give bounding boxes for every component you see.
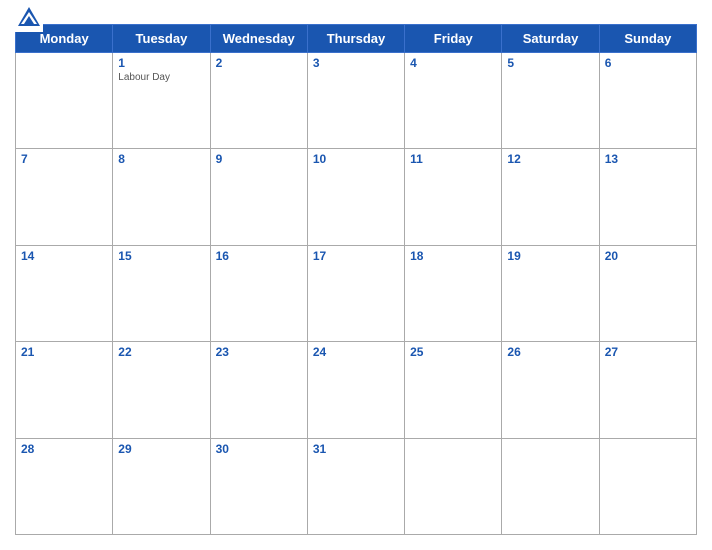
calendar-cell: 14 <box>16 245 113 341</box>
day-number: 21 <box>21 345 107 359</box>
calendar-cell: 2 <box>210 53 307 149</box>
calendar-cell <box>599 438 696 534</box>
logo-icon <box>15 4 43 32</box>
calendar-cell: 23 <box>210 342 307 438</box>
day-number: 9 <box>216 152 302 166</box>
day-number: 28 <box>21 442 107 456</box>
day-number: 5 <box>507 56 593 70</box>
day-number: 25 <box>410 345 496 359</box>
calendar-cell: 6 <box>599 53 696 149</box>
calendar-cell: 13 <box>599 149 696 245</box>
day-number: 14 <box>21 249 107 263</box>
calendar-week-row: 789 10 11 12 13 <box>16 149 697 245</box>
calendar-header <box>15 10 697 24</box>
day-number: 30 <box>216 442 302 456</box>
calendar-cell <box>502 438 599 534</box>
calendar-cell: 12 <box>502 149 599 245</box>
calendar-cell: 26 <box>502 342 599 438</box>
day-number: 18 <box>410 249 496 263</box>
holiday-label: Labour Day <box>118 72 204 83</box>
calendar-cell: 5 <box>502 53 599 149</box>
day-number: 13 <box>605 152 691 166</box>
day-number: 6 <box>605 56 691 70</box>
calendar-cell: 10 <box>307 149 404 245</box>
logo <box>15 4 46 32</box>
calendar-header-row: MondayTuesdayWednesdayThursdayFridaySatu… <box>16 25 697 53</box>
day-number: 22 <box>118 345 204 359</box>
day-number: 10 <box>313 152 399 166</box>
calendar-cell: 11 <box>405 149 502 245</box>
calendar-week-row: 1 Labour Day 23456 <box>16 53 697 149</box>
calendar-cell: 7 <box>16 149 113 245</box>
day-number: 26 <box>507 345 593 359</box>
day-number: 29 <box>118 442 204 456</box>
calendar-cell: 19 <box>502 245 599 341</box>
weekday-header: Wednesday <box>210 25 307 53</box>
day-number: 4 <box>410 56 496 70</box>
day-number: 12 <box>507 152 593 166</box>
day-number: 19 <box>507 249 593 263</box>
calendar-cell: 17 <box>307 245 404 341</box>
day-number: 15 <box>118 249 204 263</box>
calendar-week-row: 28 29 30 31 <box>16 438 697 534</box>
day-number: 27 <box>605 345 691 359</box>
weekday-header: Friday <box>405 25 502 53</box>
calendar-cell: 18 <box>405 245 502 341</box>
weekday-header: Saturday <box>502 25 599 53</box>
day-number: 11 <box>410 152 496 166</box>
calendar-week-row: 21 22 23 24 25 26 27 <box>16 342 697 438</box>
calendar-cell: 28 <box>16 438 113 534</box>
calendar-body: 1Labour Day23456789101112131415161718192… <box>16 53 697 535</box>
weekday-header: Thursday <box>307 25 404 53</box>
calendar-cell: 15 <box>113 245 210 341</box>
weekday-header: Tuesday <box>113 25 210 53</box>
calendar-week-row: 14 15 16 17 18 19 20 <box>16 245 697 341</box>
day-number: 23 <box>216 345 302 359</box>
calendar-table: MondayTuesdayWednesdayThursdayFridaySatu… <box>15 24 697 535</box>
calendar-cell: 20 <box>599 245 696 341</box>
calendar-cell: 3 <box>307 53 404 149</box>
calendar-cell: 25 <box>405 342 502 438</box>
calendar-cell: 30 <box>210 438 307 534</box>
calendar-cell <box>405 438 502 534</box>
calendar-cell: 22 <box>113 342 210 438</box>
weekday-header: Sunday <box>599 25 696 53</box>
calendar-cell: 24 <box>307 342 404 438</box>
day-number: 2 <box>216 56 302 70</box>
day-number: 3 <box>313 56 399 70</box>
calendar-cell: 8 <box>113 149 210 245</box>
day-number: 31 <box>313 442 399 456</box>
calendar-cell: 4 <box>405 53 502 149</box>
day-number: 20 <box>605 249 691 263</box>
day-number: 24 <box>313 345 399 359</box>
calendar-cell: 16 <box>210 245 307 341</box>
day-number: 7 <box>21 152 107 166</box>
calendar-cell: 29 <box>113 438 210 534</box>
day-number: 8 <box>118 152 204 166</box>
day-number: 1 <box>118 56 204 70</box>
day-number: 17 <box>313 249 399 263</box>
calendar-cell: 27 <box>599 342 696 438</box>
calendar-cell: 9 <box>210 149 307 245</box>
calendar-cell: 31 <box>307 438 404 534</box>
calendar-cell: 1 Labour Day <box>113 53 210 149</box>
calendar-cell: 21 <box>16 342 113 438</box>
calendar-cell <box>16 53 113 149</box>
day-number: 16 <box>216 249 302 263</box>
weekday-row: MondayTuesdayWednesdayThursdayFridaySatu… <box>16 25 697 53</box>
